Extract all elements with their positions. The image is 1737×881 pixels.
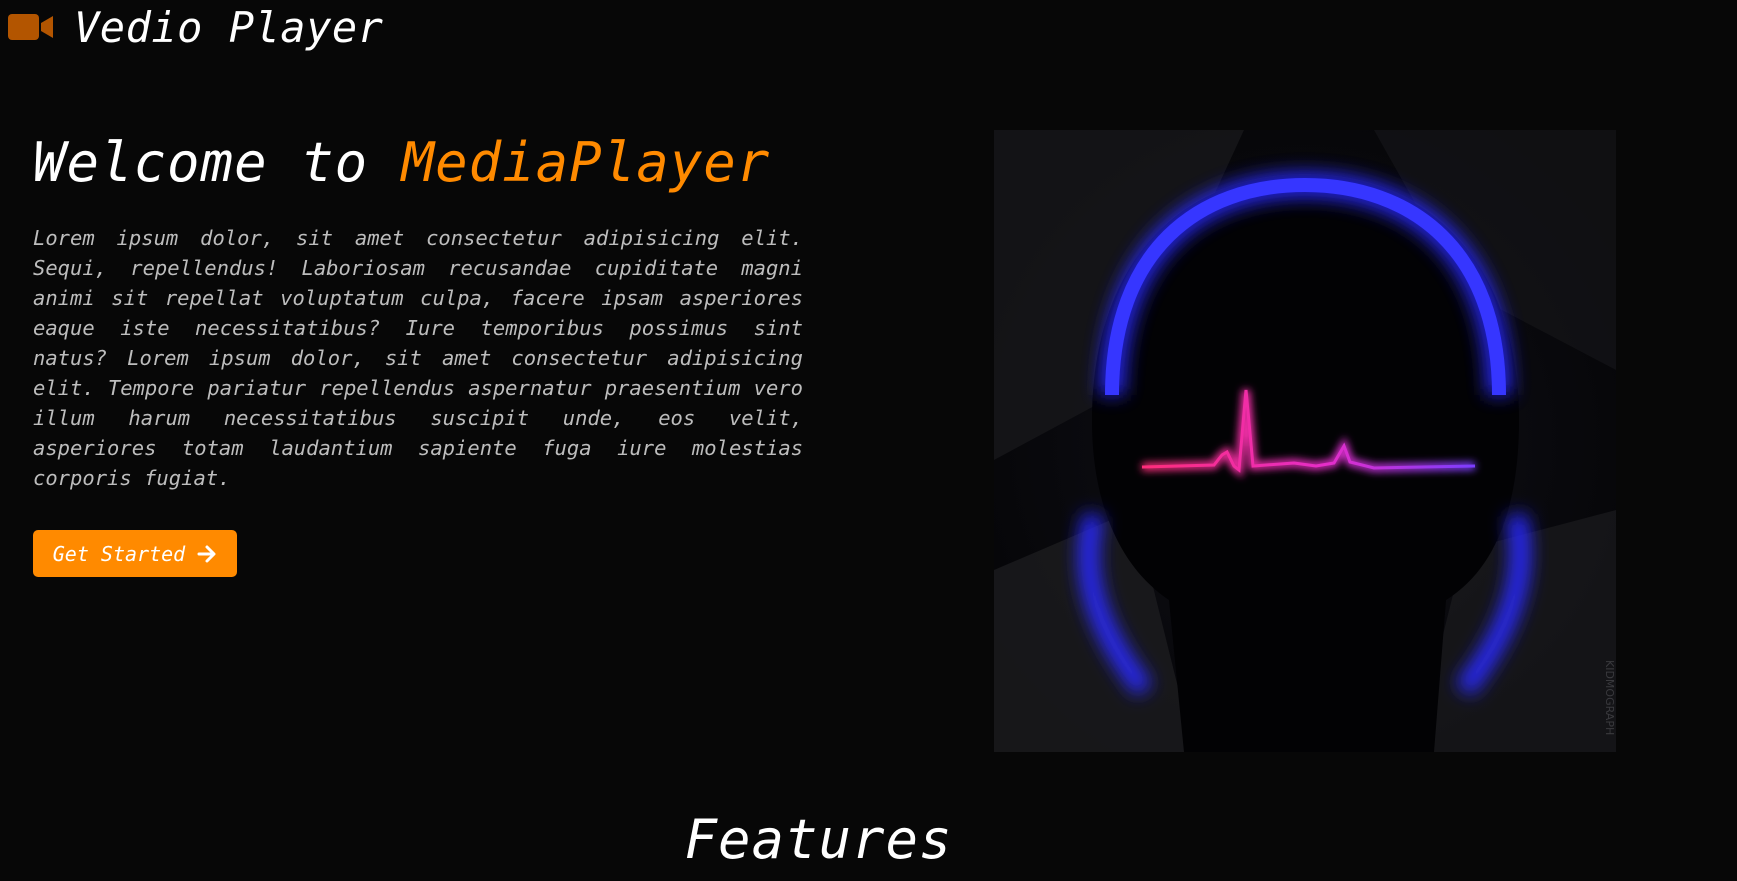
hero-title-accent: MediaPlayer: [401, 131, 771, 194]
brand-title[interactable]: Vedio Player: [74, 3, 383, 52]
image-watermark: KIDMOGRAPH: [1603, 660, 1616, 735]
video-camera-icon: [8, 14, 53, 40]
get-started-button[interactable]: Get Started: [33, 530, 237, 577]
hero-title-prefix: Welcome to: [33, 131, 402, 194]
hero-title: Welcome to MediaPlayer: [33, 125, 803, 201]
hero-image: KIDMOGRAPH: [994, 130, 1616, 752]
headphones-heartbeat-illustration: KIDMOGRAPH: [994, 130, 1616, 752]
get-started-label: Get Started: [52, 541, 186, 566]
hero-content: Welcome to MediaPlayer Lorem ipsum dolor…: [33, 125, 803, 493]
arrow-right-icon: [197, 545, 216, 562]
hero-description: Lorem ipsum dolor, sit amet consectetur …: [33, 226, 803, 490]
navbar: Vedio Player: [8, 3, 383, 52]
features-title: Features: [684, 808, 953, 871]
page: Vedio Player Welcome to MediaPlayer Lore…: [0, 0, 1737, 881]
